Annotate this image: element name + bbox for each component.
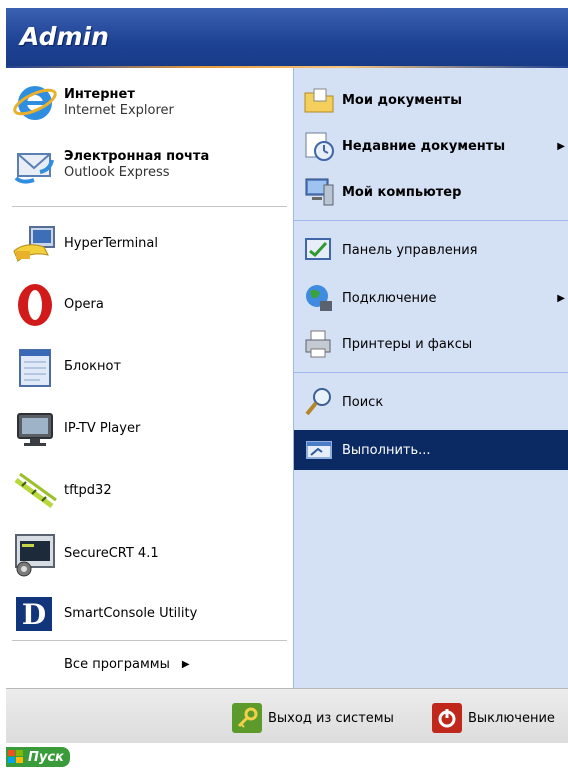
separator <box>294 372 568 373</box>
search[interactable]: Поиск <box>294 384 568 420</box>
network-globe-icon <box>302 281 336 315</box>
run-icon <box>302 433 336 467</box>
arrow-right-icon: ▶ <box>557 292 565 304</box>
svg-text:D: D <box>22 598 46 631</box>
pinned-email-title: Электронная почта <box>64 149 210 164</box>
all-programs-button[interactable]: Все программы ▶ <box>6 646 293 682</box>
internet-explorer-icon <box>12 80 58 126</box>
shutdown-label: Выключение <box>468 710 555 726</box>
printers-faxes-label: Принтеры и факсы <box>342 336 473 352</box>
program-securecrt[interactable]: SecureCRT 4.1 <box>6 524 293 584</box>
program-label: Opera <box>64 297 104 312</box>
recent-documents-label: Недавние документы <box>342 138 506 154</box>
windows-flag-icon <box>8 750 24 764</box>
program-label: tftpd32 <box>64 483 112 498</box>
program-label: HyperTerminal <box>64 236 159 251</box>
start-button[interactable]: Пуск <box>6 747 70 767</box>
pinned-email[interactable]: Электронная почта Outlook Express <box>6 140 293 190</box>
recent-documents[interactable]: Недавние документы ▶ <box>294 128 568 164</box>
bottom-bar: Выход из системы Выключение <box>6 688 568 743</box>
program-iptv[interactable]: IP-TV Player <box>6 400 293 458</box>
notepad-icon <box>12 344 58 390</box>
power-icon <box>432 703 462 733</box>
hyperterminal-icon <box>12 221 58 267</box>
arrow-right-icon: ▶ <box>181 658 190 670</box>
all-programs-label: Все программы <box>64 656 170 672</box>
network-connections[interactable]: Подключение ▶ <box>294 280 568 316</box>
opera-icon <box>12 282 58 328</box>
pinned-internet-subtitle: Internet Explorer <box>64 103 174 118</box>
taskbar: Пуск <box>0 743 568 769</box>
separator <box>12 206 287 207</box>
search-icon <box>302 385 336 419</box>
separator <box>12 640 287 641</box>
run[interactable]: Выполнить... <box>294 430 568 470</box>
d-link-icon: D <box>12 591 58 637</box>
control-panel[interactable]: Панель управления <box>294 232 568 268</box>
program-notepad[interactable]: Блокнот <box>6 338 293 396</box>
computer-icon <box>302 175 336 209</box>
recent-documents-icon <box>302 129 336 163</box>
securecrt-icon <box>12 531 58 577</box>
program-label: SecureCRT 4.1 <box>64 546 159 561</box>
printers-faxes[interactable]: Принтеры и факсы <box>294 326 568 362</box>
search-label: Поиск <box>342 394 384 410</box>
my-documents[interactable]: Мои документы <box>294 82 568 118</box>
right-pane: Мои документы Недавние документы ▶ Мой к… <box>293 68 568 688</box>
program-hyperterminal[interactable]: HyperTerminal <box>6 216 293 272</box>
program-label: SmartConsole Utility <box>64 606 198 621</box>
start-label: Пуск <box>28 749 64 765</box>
control-panel-label: Панель управления <box>342 242 478 258</box>
user-name: Admin <box>20 22 109 51</box>
outlook-express-icon <box>12 142 58 188</box>
shutdown-button[interactable]: Выключение <box>432 703 555 733</box>
pinned-internet-title: Интернет <box>64 87 135 102</box>
folder-icon <box>302 83 336 117</box>
tftpd32-icon <box>12 468 58 514</box>
network-connections-label: Подключение <box>342 290 437 306</box>
program-smartconsole[interactable]: D SmartConsole Utility <box>6 584 293 644</box>
program-tftpd32[interactable]: tftpd32 <box>6 462 293 520</box>
separator <box>294 220 568 221</box>
left-pane: Интернет Internet Explorer Электронная п… <box>6 68 293 688</box>
program-opera[interactable]: Opera <box>6 276 293 334</box>
my-computer-label: Мой компьютер <box>342 184 462 200</box>
key-icon <box>232 703 262 733</box>
iptv-player-icon <box>12 406 58 452</box>
control-panel-icon <box>302 233 336 267</box>
pinned-internet[interactable]: Интернет Internet Explorer <box>6 78 293 128</box>
my-documents-label: Мои документы <box>342 92 462 108</box>
logoff-button[interactable]: Выход из системы <box>232 703 394 733</box>
program-label: IP-TV Player <box>64 421 141 436</box>
arrow-right-icon: ▶ <box>557 140 565 152</box>
run-label: Выполнить... <box>342 442 431 458</box>
start-menu: Admin Интернет Internet Explorer Электро… <box>6 8 568 743</box>
printer-icon <box>302 327 336 361</box>
start-menu-header: Admin <box>6 8 568 68</box>
pinned-email-subtitle: Outlook Express <box>64 165 170 180</box>
program-label: Блокнот <box>64 359 122 374</box>
logoff-label: Выход из системы <box>268 710 394 726</box>
my-computer[interactable]: Мой компьютер <box>294 174 568 210</box>
